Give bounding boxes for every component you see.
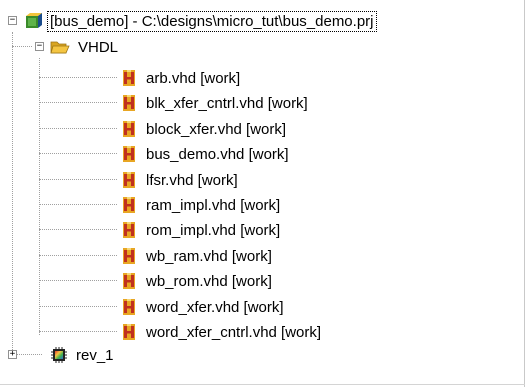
tree-item-file-label: word_xfer_cntrl.vhd [work] — [146, 323, 322, 341]
tree-line-file — [39, 306, 117, 307]
tree-item-file[interactable]: blk_xfer_cntrl.vhd [work] — [120, 91, 310, 115]
tree-line-vhdl — [12, 46, 32, 47]
tree-line-file — [39, 153, 117, 154]
tree-item-file-label: lfsr.vhd [work] — [146, 171, 238, 189]
tree-line-file — [39, 128, 117, 129]
tree-item-file-label: blk_xfer_cntrl.vhd [work] — [146, 94, 308, 112]
vhdl-file-icon — [123, 273, 135, 289]
tree-item-rev[interactable]: rev_1 — [50, 343, 116, 367]
tree-item-file[interactable]: word_xfer_cntrl.vhd [work] — [120, 320, 323, 344]
tree-item-file-label: bus_demo.vhd [work] — [146, 145, 289, 163]
tree-line-file — [39, 179, 117, 180]
tree-item-file-label: block_xfer.vhd [work] — [146, 120, 287, 138]
rev-expand-toggle[interactable]: + — [8, 350, 17, 359]
tree-item-file-label: arb.vhd [work] — [146, 69, 241, 87]
tree-item-file-label: rom_impl.vhd [work] — [146, 221, 281, 239]
tree-item-file-label: word_xfer.vhd [work] — [146, 298, 284, 316]
tree-item-vhdl-folder[interactable]: VHDL — [50, 35, 120, 59]
tree-item-file[interactable]: bus_demo.vhd [work] — [120, 142, 291, 166]
tree-item-file[interactable]: wb_ram.vhd [work] — [120, 244, 274, 268]
panel-bottom-border — [0, 384, 525, 385]
project-cube-icon — [26, 13, 42, 28]
vhdl-file-icon — [123, 299, 135, 315]
tree-item-rev-label: rev_1 — [76, 346, 114, 364]
tree-item-file-label: ram_impl.vhd [work] — [146, 196, 281, 214]
tree-item-vhdl-label: VHDL — [78, 38, 119, 56]
tree-line-vhdl-children — [39, 58, 40, 335]
tree-item-file[interactable]: rom_impl.vhd [work] — [120, 218, 282, 242]
vhdl-file-icon — [123, 248, 135, 264]
tree-item-file[interactable]: lfsr.vhd [work] — [120, 168, 240, 192]
tree-item-file-label: wb_rom.vhd [work] — [146, 272, 272, 290]
implementation-chip-icon — [51, 347, 67, 363]
tree-item-file[interactable]: ram_impl.vhd [work] — [120, 193, 282, 217]
tree-item-file[interactable]: block_xfer.vhd [work] — [120, 117, 288, 141]
vhdl-file-icon — [123, 222, 135, 238]
tree-line-file — [39, 280, 117, 281]
tree-line-file — [39, 102, 117, 103]
vhdl-file-icon — [123, 95, 135, 111]
tree-line-file — [39, 204, 117, 205]
project-tree-panel: − [bus_demo] - C:\designs\micro_tut\bus_… — [0, 0, 525, 387]
tree-item-file-label: wb_ram.vhd [work] — [146, 247, 272, 265]
tree-item-project-label: [bus_demo] - C:\designs\micro_tut\bus_de… — [47, 10, 377, 32]
vhdl-file-icon — [123, 172, 135, 188]
tree-item-project[interactable]: [bus_demo] - C:\designs\micro_tut\bus_de… — [24, 9, 377, 33]
vhdl-file-icon — [123, 197, 135, 213]
vhdl-collapse-toggle[interactable]: − — [35, 42, 44, 51]
vhdl-file-icon — [123, 121, 135, 137]
tree-line-file — [39, 331, 117, 332]
tree-item-file[interactable]: wb_rom.vhd [work] — [120, 269, 274, 293]
open-folder-icon — [50, 41, 70, 54]
vhdl-file-icon — [123, 324, 135, 340]
project-collapse-toggle[interactable]: − — [8, 16, 17, 25]
vhdl-file-icon — [123, 146, 135, 162]
tree-line-file — [39, 255, 117, 256]
tree-line-root — [12, 32, 13, 354]
tree-item-file[interactable]: arb.vhd [work] — [120, 66, 242, 90]
tree-line-file — [39, 77, 117, 78]
tree-item-file[interactable]: word_xfer.vhd [work] — [120, 295, 286, 319]
tree-line-file — [39, 229, 117, 230]
vhdl-file-icon — [123, 70, 135, 86]
